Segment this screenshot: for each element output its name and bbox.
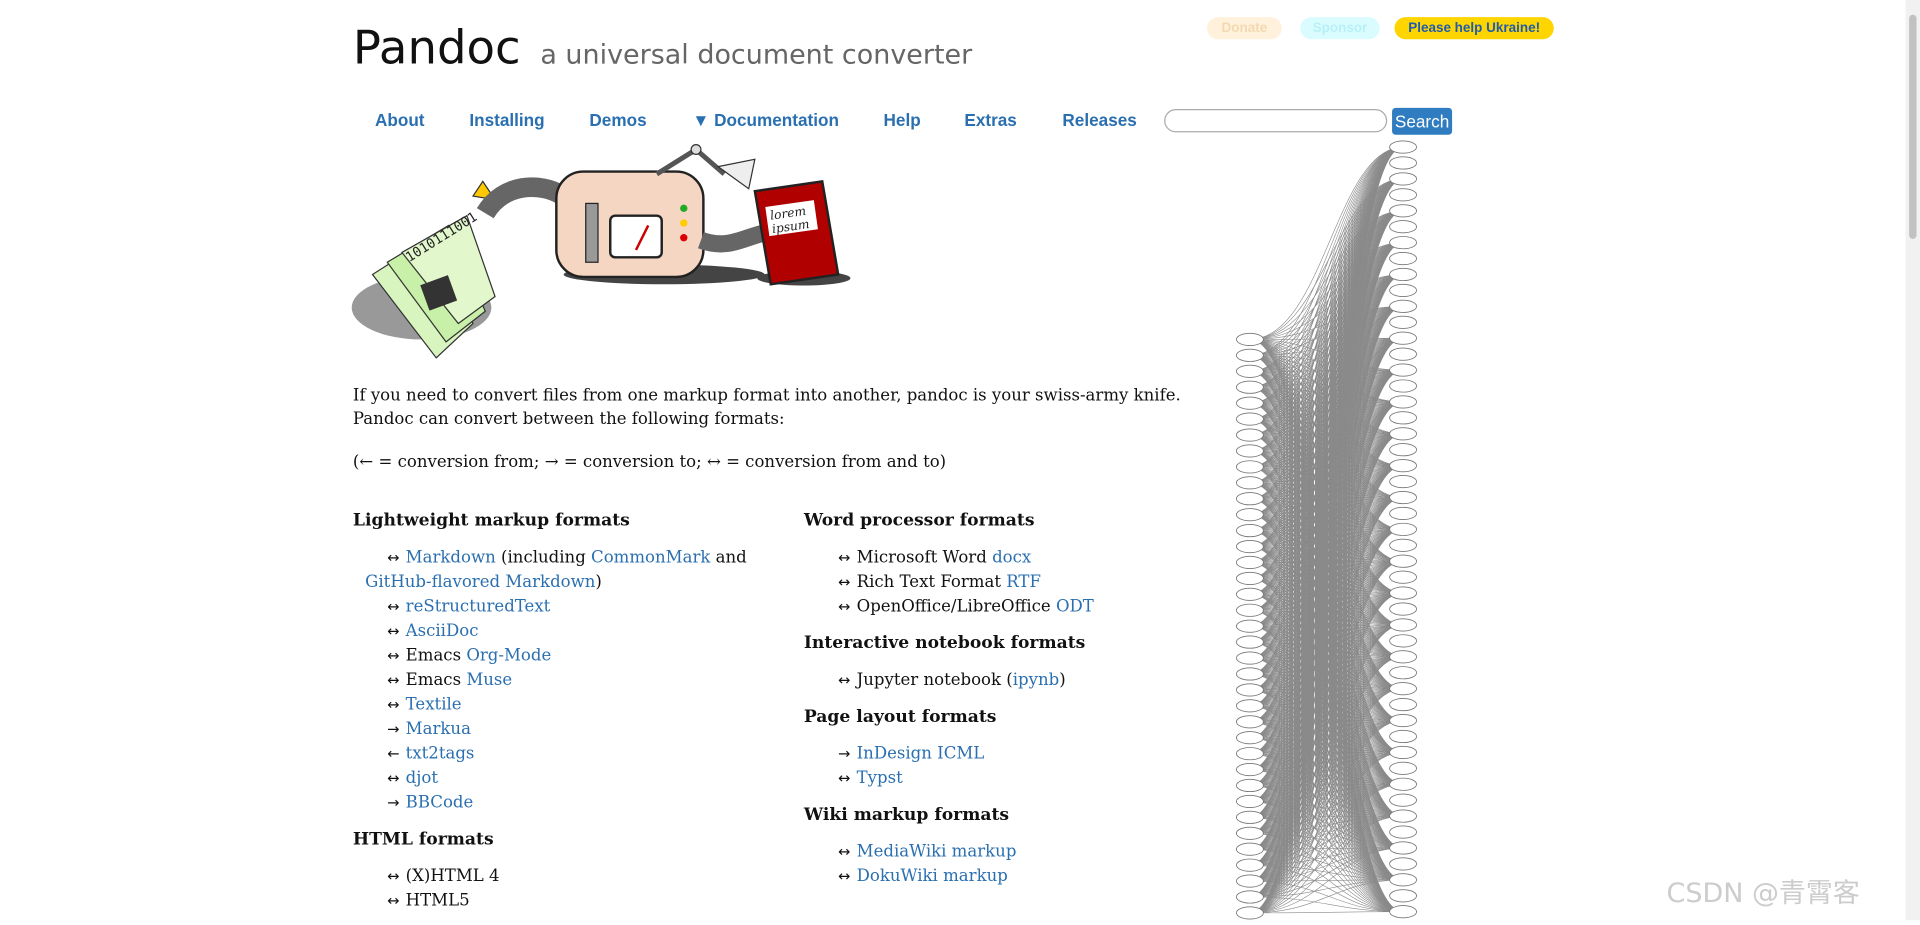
watermark: CSDN @青霄客 — [1666, 878, 1860, 910]
format-link-bbcode[interactable]: BBCode — [406, 793, 474, 813]
list-item: → BBCode — [387, 792, 474, 813]
intro-paragraph: If you need to convert files from one ma… — [352, 386, 1181, 429]
list-item: → InDesign ICML — [838, 743, 985, 764]
nav-demos[interactable]: Demos — [589, 110, 646, 130]
format-link-rtf[interactable]: RTF — [1006, 572, 1041, 592]
format-link-ipynb[interactable]: ipynb — [1013, 670, 1059, 690]
lightweight-list: ↔ Markdown (including CommonMark and GitH… — [365, 545, 757, 815]
list-item: ↔ Rich Text Format RTF — [838, 572, 1041, 592]
format-link-dokuwiki[interactable]: DokuWiki markup — [857, 866, 1008, 886]
conversion-graph — [1235, 140, 1417, 920]
format-link-djot[interactable]: djot — [406, 768, 438, 788]
site-subtitle: a universal document converter — [540, 40, 973, 72]
book-icon: lorem ipsum — [753, 179, 840, 286]
formats-column-left: Lightweight markup formats ↔ Markdown (in… — [353, 509, 757, 925]
format-link-typst[interactable]: Typst — [857, 768, 903, 788]
nav-about[interactable]: About — [375, 110, 425, 130]
format-link-textile[interactable]: Textile — [406, 695, 462, 715]
list-item: ↔ Microsoft Word docx — [838, 547, 1032, 568]
list-item: ↔ Jupyter notebook (ipynb) — [838, 670, 1066, 690]
nav-releases[interactable]: Releases — [1062, 110, 1136, 130]
wiki-list: ↔ MediaWiki markup ↔ DokuWiki markup — [838, 839, 1171, 888]
list-item: ↔ Textile — [387, 694, 462, 715]
format-link-markua[interactable]: Markua — [406, 719, 471, 739]
search-input[interactable] — [1164, 109, 1388, 133]
pandoc-hero-illustration: 1010111001 lorem ipsum — [351, 143, 851, 359]
ukraine-button[interactable]: Please help Ukraine! — [1394, 17, 1554, 40]
section-heading-layout: Page layout formats — [803, 707, 997, 727]
site-title[interactable]: Pandoc a universal document converter — [353, 21, 972, 75]
list-item: ↔ Emacs Org-Mode — [387, 645, 552, 666]
scrollbar-thumb[interactable] — [1909, 14, 1917, 239]
section-heading-html: HTML formats — [352, 829, 494, 850]
list-item: ↔ AsciiDoc — [387, 621, 479, 641]
word-list: ↔ Microsoft Word docx ↔ Rich Text Format R… — [838, 545, 1171, 619]
format-link-gfm[interactable]: GitHub-flavored Markdown — [365, 572, 595, 592]
formats-column-right: Word processor formats ↔ Microsoft Word d… — [804, 509, 1172, 901]
format-link-icml[interactable]: InDesign ICML — [857, 744, 985, 764]
list-item: ↔ Markdown (including CommonMark and — [387, 547, 747, 568]
list-item: → Markua — [387, 719, 471, 739]
site-title-text: Pandoc — [352, 20, 521, 75]
list-item: ↔ Emacs Muse — [387, 670, 513, 690]
format-link-org-mode[interactable]: Org-Mode — [466, 646, 551, 666]
format-link-asciidoc[interactable]: AsciiDoc — [406, 621, 479, 641]
list-item: ↔ HTML5 — [387, 890, 470, 911]
donate-button[interactable]: Donate — [1207, 17, 1282, 40]
list-item: GitHub-flavored Markdown) — [365, 572, 602, 592]
converter-machine-icon — [555, 170, 705, 279]
list-item: ↔ Typst — [838, 768, 903, 788]
format-link-rst[interactable]: reStructuredText — [406, 597, 551, 617]
section-heading-wiki: Wiki markup formats — [803, 805, 1010, 825]
notebook-list: ↔ Jupyter notebook (ipynb) — [838, 668, 1171, 693]
format-link-markdown[interactable]: Markdown — [406, 548, 496, 568]
search-button[interactable]: Search — [1392, 107, 1453, 135]
format-link-muse[interactable]: Muse — [466, 670, 512, 690]
format-link-commonmark[interactable]: CommonMark — [591, 548, 710, 568]
list-item: ↔ reStructuredText — [387, 596, 551, 617]
section-heading-word: Word processor formats — [803, 510, 1035, 531]
format-link-odt[interactable]: ODT — [1056, 597, 1094, 617]
list-item: ↔ OpenOffice/LibreOffice ODT — [838, 596, 1094, 617]
section-heading-lightweight: Lightweight markup formats — [352, 510, 630, 531]
conversion-legend: (← = conversion from; → = conversion to;… — [352, 452, 947, 472]
graph-edges — [1249, 146, 1404, 914]
nav-installing[interactable]: Installing — [469, 110, 544, 130]
list-item: ↔ djot — [387, 768, 439, 788]
list-item: ↔ DokuWiki markup — [838, 866, 1008, 886]
sponsor-button[interactable]: Sponsor — [1300, 17, 1380, 40]
format-link-mediawiki[interactable]: MediaWiki markup — [857, 842, 1017, 862]
nav-documentation[interactable]: ▼ Documentation — [692, 110, 839, 130]
section-heading-notebook: Interactive notebook formats — [803, 633, 1086, 654]
format-link-docx[interactable]: docx — [992, 548, 1031, 568]
nav-help[interactable]: Help — [884, 110, 921, 130]
layout-list: → InDesign ICML ↔ Typst — [838, 741, 1171, 790]
list-item: ← txt2tags — [387, 743, 475, 764]
list-item: ↔ MediaWiki markup — [838, 841, 1017, 862]
html-list: ↔ (X)HTML 4 ↔ HTML5 — [387, 864, 757, 913]
nav-extras[interactable]: Extras — [964, 110, 1016, 130]
format-link-txt2tags[interactable]: txt2tags — [406, 744, 475, 764]
list-item: ↔ (X)HTML 4 — [387, 866, 500, 886]
